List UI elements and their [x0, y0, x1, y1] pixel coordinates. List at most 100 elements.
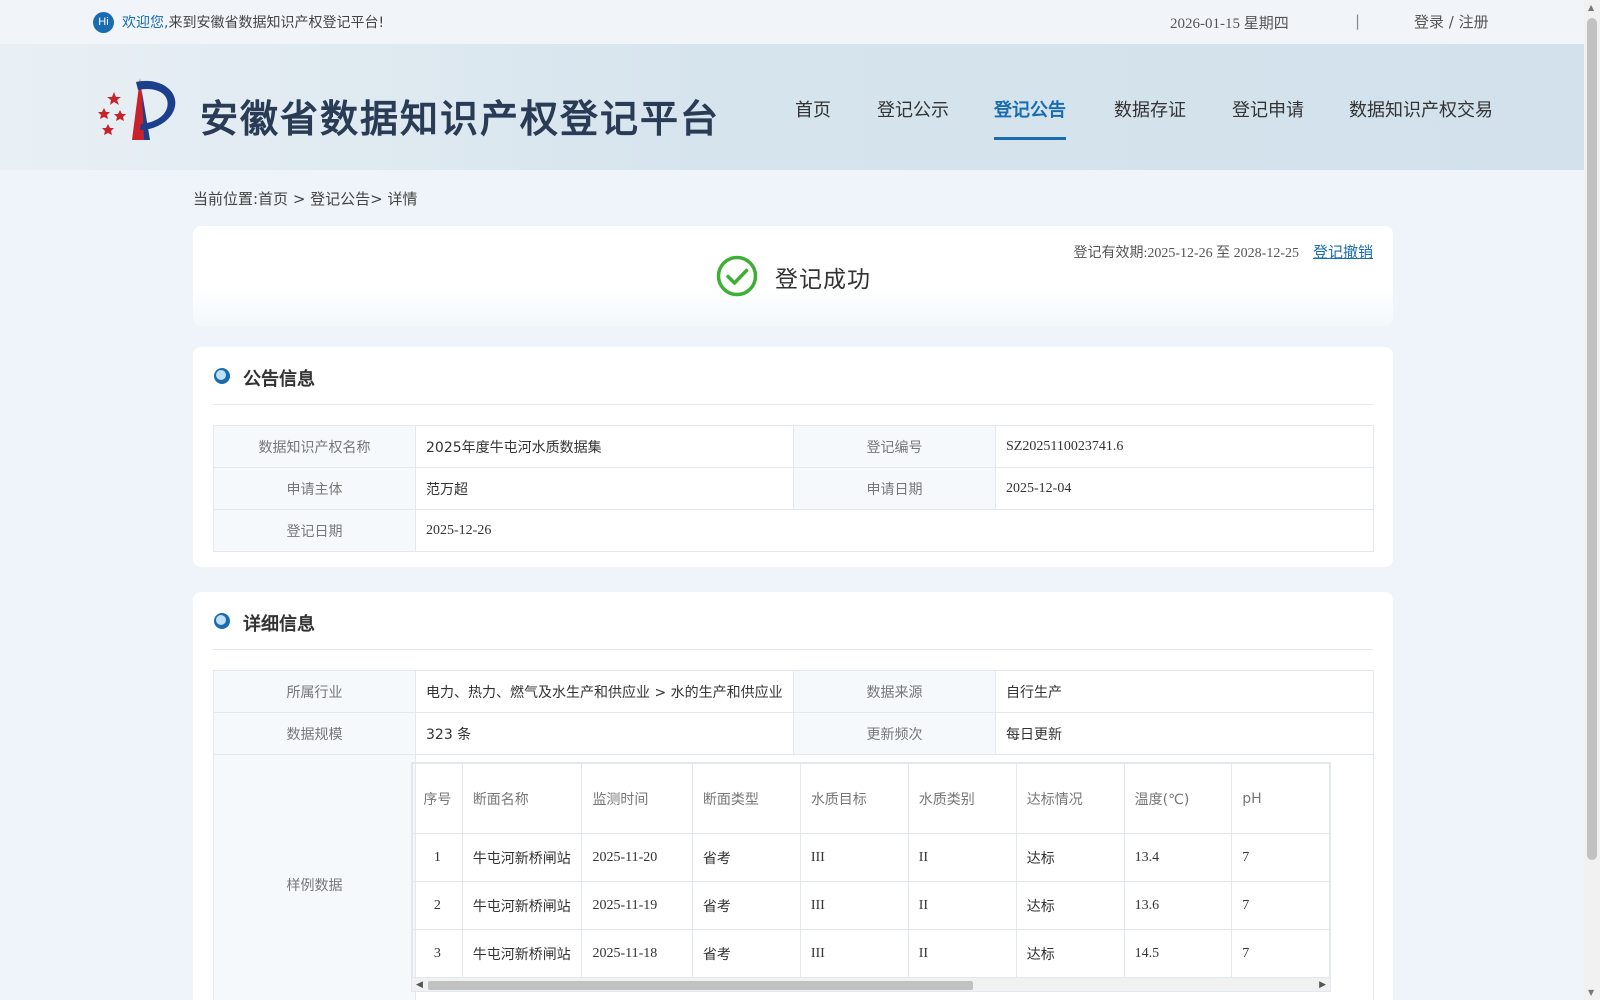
- field-label: 数据来源: [793, 670, 996, 713]
- table-cell: II: [907, 881, 1017, 930]
- section-title: 详细信息: [243, 614, 315, 635]
- field-value: SZ2025110023741.6: [995, 425, 1374, 468]
- column-header: 序号: [412, 763, 463, 834]
- nav-registration-publicity[interactable]: 登记公示: [877, 96, 949, 122]
- table-cell: 省考: [691, 881, 801, 930]
- table-cell: 1: [412, 833, 463, 882]
- table-cell: 达标: [1015, 881, 1125, 930]
- announcement-table: 数据知识产权名称 2025年度牛屯河水质数据集 登记编号 SZ202511002…: [213, 425, 1374, 552]
- table-cell: 2025-11-18: [581, 929, 693, 978]
- table-row: 3 牛屯河新桥闸站 2025-11-18 省考 III II 达标 14.5 7: [412, 929, 1330, 978]
- table-cell: 2: [412, 881, 463, 930]
- table-row: 登记日期 2025-12-26: [213, 509, 1374, 552]
- horizontal-scrollbar[interactable]: ◀ ▶: [412, 977, 1330, 991]
- site-title: 安徽省数据知识产权登记平台: [200, 97, 721, 141]
- table-cell: II: [907, 833, 1017, 882]
- field-label: 登记编号: [793, 425, 996, 468]
- site-logo-icon[interactable]: [92, 72, 178, 142]
- announcement-header: 公告信息: [213, 347, 1373, 405]
- nav-data-evidence[interactable]: 数据存证: [1114, 96, 1186, 122]
- table-cell: 14.5: [1123, 929, 1233, 978]
- field-value: 每日更新: [995, 712, 1374, 755]
- table-row: 1 牛屯河新桥闸站 2025-11-20 省考 III II 达标 13.4 7: [412, 833, 1330, 882]
- table-cell: III: [799, 881, 909, 930]
- page-scrollbar[interactable]: ▲ ▼: [1584, 0, 1600, 1000]
- field-label: 数据知识产权名称: [213, 425, 416, 468]
- field-value: 自行生产: [995, 670, 1374, 713]
- table-cell: 2025-11-19: [581, 881, 693, 930]
- table-cell: 达标: [1015, 929, 1125, 978]
- table-cell: 3: [412, 929, 463, 978]
- section-title: 公告信息: [243, 369, 315, 390]
- table-cell: III: [799, 833, 909, 882]
- field-value: 电力、热力、燃气及水生产和供应业 > 水的生产和供应业: [415, 670, 794, 713]
- nav-registration-announcement[interactable]: 登记公告: [994, 96, 1066, 122]
- field-label: 数据规模: [213, 712, 416, 755]
- table-cell: 牛屯河新桥闸站: [461, 929, 583, 978]
- nav-registration-apply[interactable]: 登记申请: [1232, 96, 1304, 122]
- auth-slash: /: [1448, 13, 1454, 31]
- detail-header: 详细信息: [213, 592, 1373, 650]
- topbar-separator: |: [1355, 12, 1361, 30]
- table-cell: 达标: [1015, 833, 1125, 882]
- column-header: 断面类型: [691, 763, 801, 834]
- validity-period: 登记有效期:2025-12-26 至 2028-12-25: [1073, 242, 1299, 262]
- scroll-down-icon[interactable]: ▼: [1588, 988, 1594, 997]
- table-cell: III: [799, 929, 909, 978]
- login-link[interactable]: 登录: [1414, 13, 1444, 31]
- validity-range: 2025-12-26 至 2028-12-25: [1147, 246, 1299, 261]
- status-card: 登记有效期:2025-12-26 至 2028-12-25 登记撤销 登记成功: [193, 226, 1393, 326]
- table-row: 所属行业 电力、热力、燃气及水生产和供应业 > 水的生产和供应业 数据来源 自行…: [213, 670, 1374, 713]
- welcome-text: 欢迎您,来到安徽省数据知识产权登记平台!: [122, 12, 384, 32]
- sample-table-scroll[interactable]: 序号 断面名称 监测时间 断面类型 水质目标 水质类别 达标情况 温度(℃) p…: [411, 762, 1331, 992]
- table-cell: 牛屯河新桥闸站: [461, 833, 583, 882]
- revoke-link[interactable]: 登记撤销: [1313, 241, 1373, 262]
- sample-table: 序号 断面名称 监测时间 断面类型 水质目标 水质类别 达标情况 温度(℃) p…: [412, 763, 1330, 978]
- welcome-rest: 来到安徽省数据知识产权登记平台!: [168, 15, 385, 31]
- table-cell: 13.6: [1123, 881, 1233, 930]
- validity-label: 登记有效期:: [1073, 246, 1148, 261]
- table-row: 申请主体 范万超 申请日期 2025-12-04: [213, 467, 1374, 510]
- current-date: 2026-01-15 星期四: [1170, 16, 1289, 32]
- welcome-emphasis: 欢迎您,: [122, 15, 169, 31]
- table-cell: 省考: [691, 929, 801, 978]
- detail-card: 详细信息 所属行业 电力、热力、燃气及水生产和供应业 > 水的生产和供应业 数据…: [193, 592, 1393, 1000]
- table-cell: II: [907, 929, 1017, 978]
- field-label: 申请主体: [213, 467, 416, 510]
- table-row: 数据规模 323 条 更新频次 每日更新: [213, 712, 1374, 755]
- page-scrollbar-thumb[interactable]: [1587, 18, 1597, 860]
- field-label: 更新频次: [793, 712, 996, 755]
- status-result: 登记成功: [775, 267, 871, 293]
- table-row: 数据知识产权名称 2025年度牛屯河水质数据集 登记编号 SZ202511002…: [213, 425, 1374, 468]
- scroll-right-icon[interactable]: ▶: [1319, 980, 1326, 990]
- column-header: 水质类别: [907, 763, 1017, 834]
- field-value: 2025年度牛屯河水质数据集: [415, 425, 794, 468]
- table-cell: 7: [1231, 833, 1330, 882]
- auth-links: 登录 / 注册: [1414, 11, 1489, 32]
- nav-home[interactable]: 首页: [795, 96, 831, 122]
- nav-ip-trading[interactable]: 数据知识产权交易: [1349, 96, 1493, 122]
- scrollbar-thumb[interactable]: [428, 981, 973, 990]
- top-bar: Hi 欢迎您,来到安徽省数据知识产权登记平台! 2026-01-15 星期四 |…: [0, 0, 1584, 44]
- scroll-left-icon[interactable]: ◀: [416, 980, 423, 990]
- column-header: 达标情况: [1015, 763, 1125, 834]
- register-link[interactable]: 注册: [1459, 13, 1489, 31]
- section-bullet-icon: [214, 368, 230, 384]
- column-header: 水质目标: [799, 763, 909, 834]
- check-circle-icon: [716, 255, 758, 297]
- column-header: 断面名称: [461, 763, 583, 834]
- section-bullet-icon: [214, 613, 230, 629]
- table-cell: 13.4: [1123, 833, 1233, 882]
- site-header: 安徽省数据知识产权登记平台 首页 登记公示 登记公告 数据存证 登记申请 数据知…: [0, 44, 1584, 170]
- nav-active-indicator: [994, 137, 1066, 140]
- field-value: 2025-12-26: [415, 509, 1374, 552]
- table-row: 2 牛屯河新桥闸站 2025-11-19 省考 III II 达标 13.6 7: [412, 881, 1330, 930]
- table-cell: 2025-11-20: [581, 833, 693, 882]
- field-value: 323 条: [415, 712, 794, 755]
- field-label: 样例数据: [213, 754, 416, 1000]
- breadcrumb: 当前位置:首页 > 登记公告> 详情: [193, 190, 418, 208]
- table-cell: 省考: [691, 833, 801, 882]
- hi-badge-icon: Hi: [93, 12, 114, 33]
- scroll-up-icon[interactable]: ▲: [1588, 3, 1594, 12]
- field-value: 范万超: [415, 467, 794, 510]
